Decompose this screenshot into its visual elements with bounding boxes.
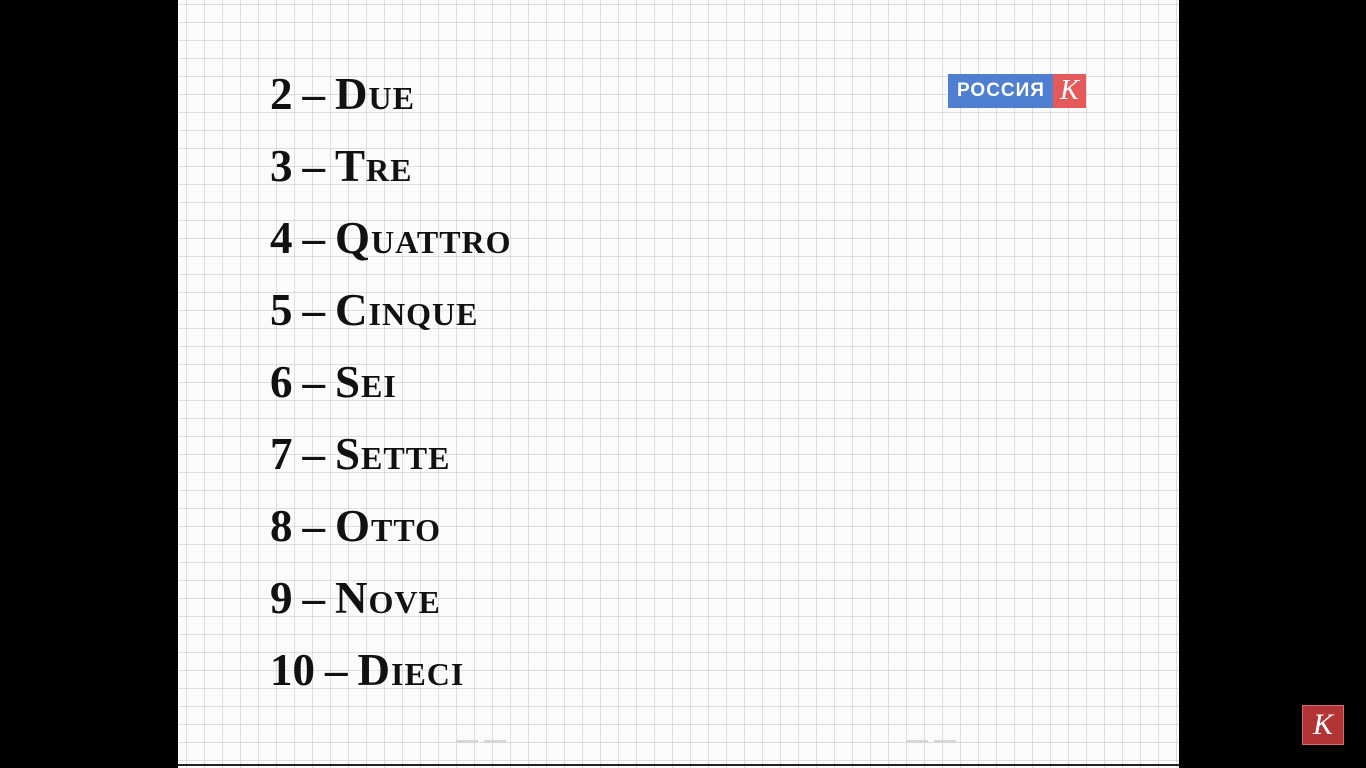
list-item: 5– Cinque: [270, 288, 512, 360]
italian-word: Sei: [335, 357, 397, 407]
channel-logo-letter: К: [1052, 74, 1086, 108]
dash-separator: –: [302, 501, 326, 551]
dash-separator: –: [302, 141, 326, 191]
corner-channel-logo: К: [1302, 705, 1344, 745]
faint-dash: [456, 740, 478, 743]
dash-separator: –: [302, 69, 326, 119]
italian-word: Otto: [335, 501, 442, 551]
faint-dash: [934, 740, 956, 743]
list-item: 2– Due: [270, 72, 512, 144]
list-item: 10– Dieci: [270, 648, 512, 720]
number: 2: [270, 69, 293, 119]
italian-word: Due: [335, 69, 415, 119]
italian-word: Quattro: [335, 213, 512, 263]
list-item: 8– Otto: [270, 504, 512, 576]
dash-separator: –: [325, 645, 348, 695]
number: 7: [270, 429, 293, 479]
dash-separator: –: [302, 213, 326, 263]
italian-word: Cinque: [335, 285, 479, 335]
number: 10: [270, 645, 315, 695]
italian-word: Sette: [335, 429, 451, 479]
italian-word: Nove: [335, 573, 441, 623]
list-item: 3– Tre: [270, 144, 512, 216]
dash-separator: –: [302, 285, 326, 335]
paper-bottom-edge: [178, 764, 1179, 766]
list-item: 9– Nove: [270, 576, 512, 648]
number: 5: [270, 285, 293, 335]
faint-dash: [484, 740, 506, 743]
number: 9: [270, 573, 293, 623]
list-item: 6– Sei: [270, 360, 512, 432]
list-item: 7– Sette: [270, 432, 512, 504]
number: 4: [270, 213, 293, 263]
grid-paper: 2– Due 3– Tre 4– Quattro 5– Cinque 6– Sei 7– S…: [178, 0, 1179, 768]
dash-separator: –: [302, 429, 326, 479]
dash-separator: –: [302, 357, 326, 407]
italian-word: Tre: [335, 141, 413, 191]
channel-logo-text: РОССИЯ: [948, 74, 1053, 108]
number: 3: [270, 141, 293, 191]
italian-word: Dieci: [357, 645, 465, 695]
channel-logo: РОССИЯ К: [948, 74, 1086, 108]
faint-dash: [906, 740, 928, 743]
number: 8: [270, 501, 293, 551]
list-item: 4– Quattro: [270, 216, 512, 288]
dash-separator: –: [302, 573, 326, 623]
number-list: 2– Due 3– Tre 4– Quattro 5– Cinque 6– Sei 7– S…: [270, 72, 512, 720]
number: 6: [270, 357, 293, 407]
